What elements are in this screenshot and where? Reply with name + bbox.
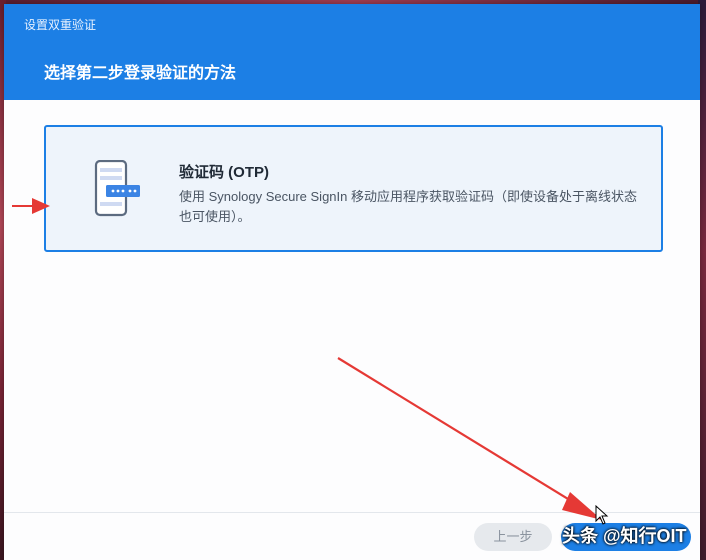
annotation-arrow-diagonal-icon: [337, 357, 602, 520]
window-title: 设置双重验证: [24, 18, 97, 32]
phone-otp-icon: [94, 160, 140, 217]
dialog-header: 设置双重验证 选择第二步登录验证的方法: [4, 4, 700, 100]
previous-step-button[interactable]: 上一步: [474, 523, 552, 551]
annotation-arrow-left-icon: [12, 198, 50, 214]
watermark-text: 头条 @知行OIT: [562, 526, 687, 546]
otp-option-card[interactable]: 验证码 (OTP) 使用 Synology Secure SignIn 移动应用…: [44, 125, 663, 252]
step-title: 选择第二步登录验证的方法: [44, 65, 237, 82]
option-description: 使用 Synology Secure SignIn 移动应用程序获取验证码（即使…: [179, 189, 637, 224]
option-title: 验证码 (OTP): [179, 164, 269, 181]
